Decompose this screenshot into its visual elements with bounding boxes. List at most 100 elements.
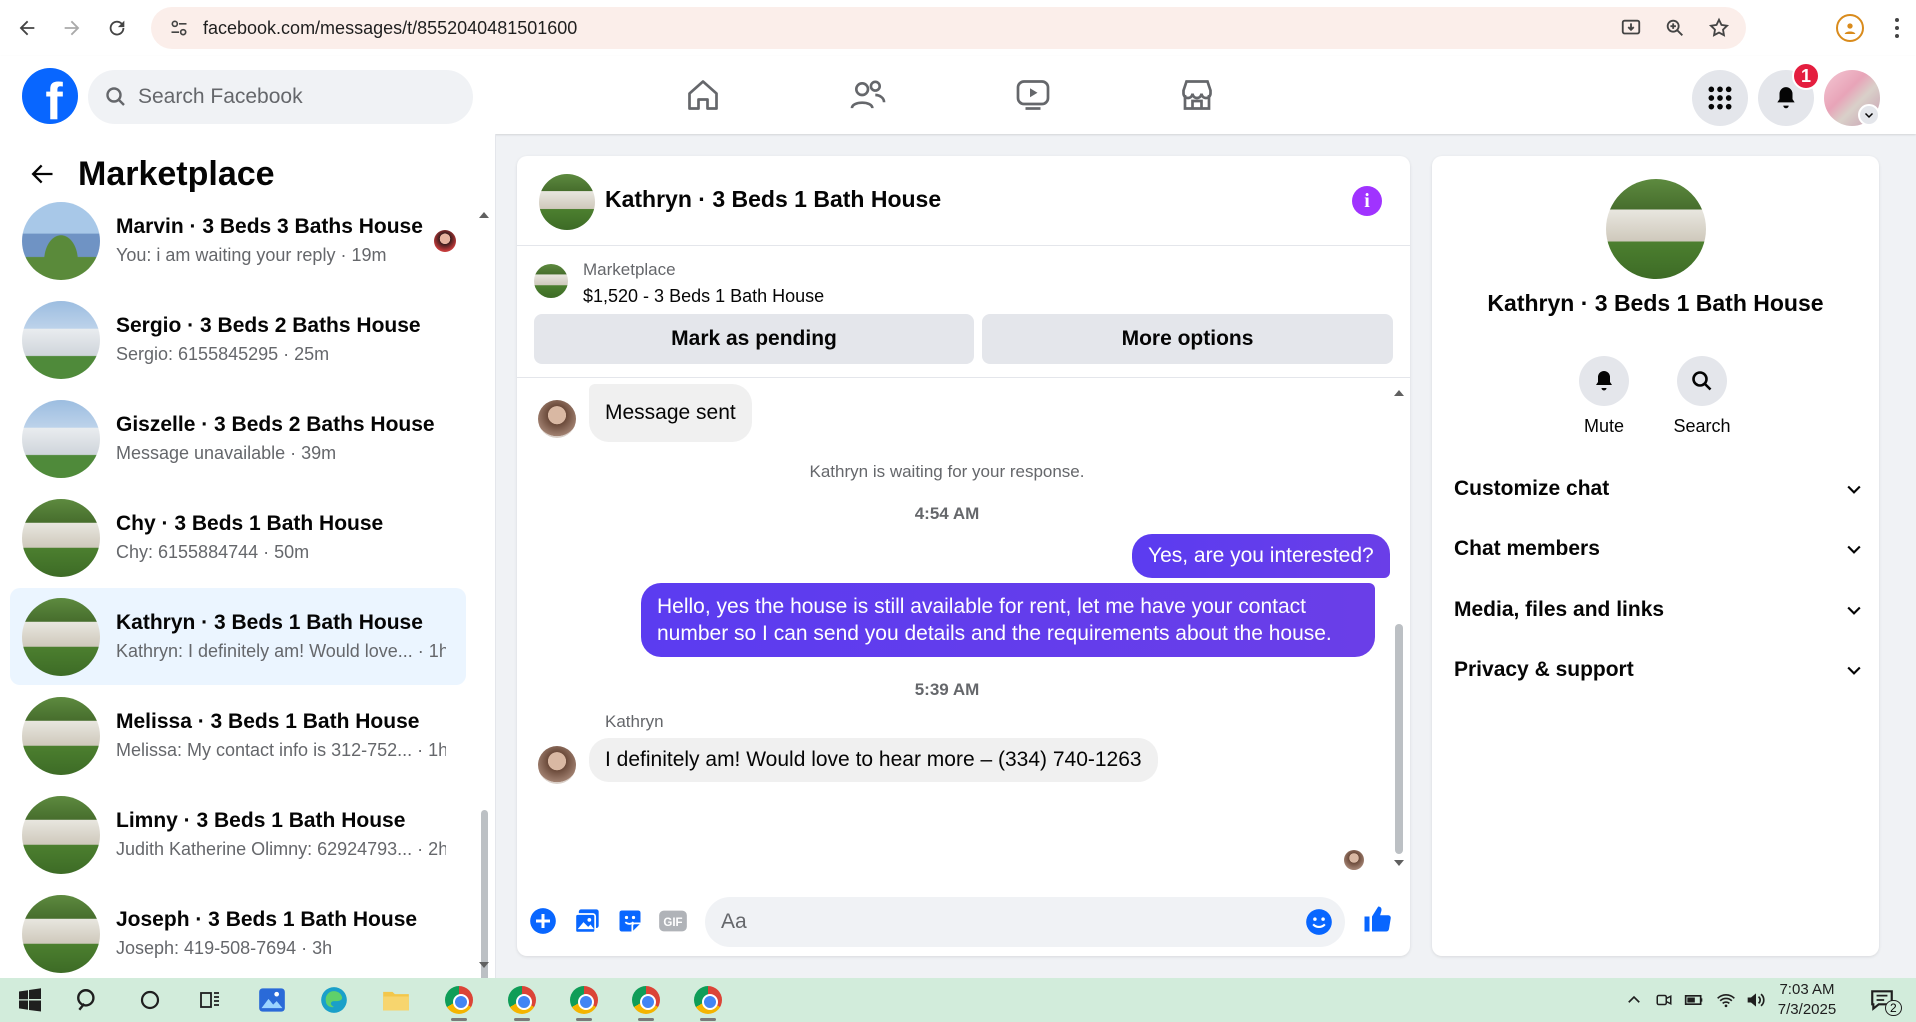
conversation-item[interactable]: Limny · 3 Beds 1 Bath House Judith Kather… [10,786,466,883]
forward-button[interactable] [54,10,90,46]
file-explorer-icon[interactable] [380,984,412,1016]
conversation-item[interactable]: Chy · 3 Beds 1 Bath House Chy: 6155884744… [10,489,466,586]
browser-profile-icon[interactable] [1836,14,1864,42]
message-thread: Message sent Kathryn is waiting for your… [517,378,1410,878]
menu-grid-button[interactable] [1692,70,1748,126]
back-button[interactable] [9,10,45,46]
edge-browser-icon[interactable] [318,984,350,1016]
scroll-up-icon[interactable] [1393,388,1405,398]
zoom-icon[interactable] [1664,17,1686,39]
search-facebook-input[interactable]: Search Facebook [88,70,473,124]
battery-icon[interactable] [1678,984,1710,1016]
sidebar-scrollbar[interactable] [478,210,490,1022]
search-in-conversation-button[interactable]: Search [1662,356,1742,437]
chat-panel: Kathryn · 3 Beds 1 Bath House i Marketpl… [517,156,1410,956]
taskbar-search-icon[interactable] [72,984,104,1016]
chrome-window-icon[interactable] [568,984,600,1016]
chrome-window-icon-active[interactable] [692,984,724,1016]
more-options-button[interactable]: More options [982,314,1393,364]
chat-scroll-thumb[interactable] [1395,624,1403,854]
chat-title[interactable]: Kathryn · 3 Beds 1 Bath House [605,186,941,213]
message-input[interactable]: Aa [705,897,1345,947]
conversation-item[interactable]: Marvin · 3 Beds 3 Baths House You: i am w… [10,198,466,289]
back-arrow-icon[interactable] [28,160,56,188]
windows-start-icon[interactable] [14,984,46,1016]
message-bubble-incoming[interactable]: Message sent [589,384,752,442]
section-label: Privacy & support [1454,658,1634,681]
section-label: Chat members [1454,537,1600,560]
friends-nav-icon[interactable] [846,73,890,117]
home-nav-icon[interactable] [681,73,725,117]
scroll-down-icon[interactable] [478,960,490,970]
mark-as-pending-button[interactable]: Mark as pending [534,314,974,364]
chat-scrollbar[interactable] [1393,388,1405,868]
sticker-icon[interactable] [615,906,645,936]
video-nav-icon[interactable] [1011,73,1055,117]
info-icon[interactable]: i [1352,186,1382,216]
conversation-item-active[interactable]: Kathryn · 3 Beds 1 Bath House Kathryn: I … [10,588,466,685]
bookmark-star-icon[interactable] [1708,17,1730,39]
chrome-window-icon[interactable] [506,984,538,1016]
action-center-icon[interactable]: 2 [1866,984,1902,1016]
photos-app-icon[interactable] [256,984,288,1016]
media-files-links-row[interactable]: Media, files and links [1454,585,1864,635]
conversation-item[interactable]: Sergio · 3 Beds 2 Baths House Sergio: 615… [10,291,466,388]
address-bar[interactable]: facebook.com/messages/t/8552040481501600 [151,7,1746,49]
conversation-item[interactable]: Giszelle · 3 Beds 2 Baths House Message u… [10,390,466,487]
marketplace-title: Marketplace [78,154,275,193]
chat-header: Kathryn · 3 Beds 1 Bath House i [517,156,1410,246]
browser-menu-icon[interactable] [1892,16,1902,40]
chrome-window-icon[interactable] [443,984,475,1016]
details-avatar[interactable] [1606,179,1706,279]
gif-icon[interactable]: GIF [658,906,688,936]
seen-avatar [434,230,456,252]
system-clock[interactable]: 7:03 AM 7/3/2025 [1762,980,1852,1020]
conversation-preview: Chy: 6155884744 · 50m [116,542,310,562]
cortana-icon[interactable] [134,984,166,1016]
facebook-logo-icon[interactable]: f [22,68,78,124]
message-bubble-incoming[interactable]: I definitely am! Would love to hear more… [589,738,1158,782]
mute-button[interactable]: Mute [1564,356,1644,437]
like-thumbs-up-icon[interactable] [1362,904,1392,934]
wifi-icon[interactable] [1710,984,1742,1016]
conversation-name: Chy · 3 Beds 1 Bath House [116,512,384,535]
conversation-thumbnail [22,498,100,577]
listing-price[interactable]: $1,520 - 3 Beds 1 Bath House [583,286,824,307]
emoji-icon[interactable] [1305,908,1333,936]
conversation-item[interactable]: Melissa · 3 Beds 1 Bath House Melissa: My… [10,687,466,784]
account-chevron-icon[interactable] [1858,104,1880,126]
add-more-icon[interactable] [528,906,558,936]
customize-chat-row[interactable]: Customize chat [1454,464,1864,514]
scroll-up-icon[interactable] [478,210,490,220]
scroll-down-icon[interactable] [1393,858,1405,868]
conversation-preview: Message unavailable · 39m [116,443,337,463]
action-center-badge: 2 [1885,1000,1902,1016]
tray-overflow-chevron-icon[interactable] [1618,984,1650,1016]
grid-icon [1708,86,1732,110]
conversation-name: Giszelle · 3 Beds 2 Baths House [116,413,435,436]
attach-photo-icon[interactable] [572,906,602,936]
message-text: Yes, are you interested? [1148,544,1374,567]
conversation-item[interactable]: Joseph · 3 Beds 1 Bath House Joseph: 419-… [10,885,466,974]
reload-button[interactable] [99,10,135,46]
privacy-support-row[interactable]: Privacy & support [1454,645,1864,695]
install-app-icon[interactable] [1620,17,1642,39]
chrome-window-icon[interactable] [630,984,662,1016]
conversation-preview: Kathryn: I definitely am! Would love... … [116,641,446,661]
search-icon [106,87,125,106]
conversation-preview: Sergio: 6155845295 · 25m [116,344,330,364]
meet-now-icon[interactable] [1648,984,1680,1016]
task-view-icon[interactable] [194,984,226,1016]
chat-avatar[interactable] [539,174,595,230]
message-bubble-outgoing[interactable]: Hello, yes the house is still available … [641,583,1375,657]
message-bubble-outgoing[interactable]: Yes, are you interested? [1132,534,1390,578]
conversation-preview: Judith Katherine Olimny: 62924793... · 2… [116,839,446,859]
chat-members-row[interactable]: Chat members [1454,524,1864,574]
site-settings-icon[interactable] [159,7,199,49]
conversation-thumbnail [22,399,100,478]
reload-icon [109,20,125,36]
svg-text:GIF: GIF [663,917,682,929]
marketplace-nav-icon[interactable] [1175,73,1219,117]
message-input-placeholder: Aa [721,910,747,933]
listing-thumbnail[interactable] [534,264,568,298]
